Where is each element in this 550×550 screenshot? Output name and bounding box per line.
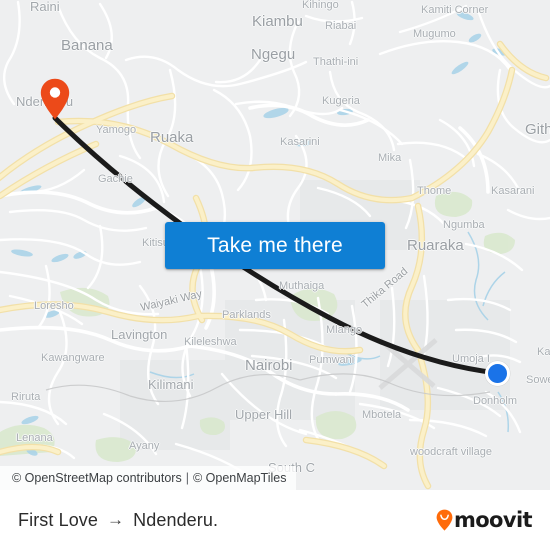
- moovit-logo[interactable]: moovit: [436, 508, 533, 532]
- map-canvas[interactable]: Raini Kiambu Kihingo Kamiti Corner Banana Ria…: [0, 0, 550, 490]
- trip-summary: First Love → Ndenderu.: [18, 510, 218, 531]
- attribution-separator: |: [185, 471, 189, 485]
- trip-map-card: Raini Kiambu Kihingo Kamiti Corner Banana Ria…: [0, 0, 550, 550]
- origin-marker-pin[interactable]: [40, 78, 70, 120]
- arrow-right-icon: →: [107, 510, 125, 529]
- take-me-there-button[interactable]: Take me there: [165, 222, 385, 269]
- map-attribution: © OpenStreetMap contributors | © OpenMap…: [0, 466, 297, 490]
- openmaptiles-attribution-link[interactable]: © OpenMapTiles: [193, 471, 287, 485]
- destination-dot[interactable]: [485, 361, 510, 386]
- trip-origin-label: First Love: [18, 509, 99, 530]
- footer-bar: First Love → Ndenderu. moovit: [0, 490, 550, 550]
- trip-destination-label: Ndenderu.: [133, 509, 219, 530]
- moovit-mark-icon: [436, 509, 453, 531]
- moovit-wordmark: moovit: [453, 508, 533, 532]
- osm-attribution-link[interactable]: © OpenStreetMap contributors: [12, 471, 182, 485]
